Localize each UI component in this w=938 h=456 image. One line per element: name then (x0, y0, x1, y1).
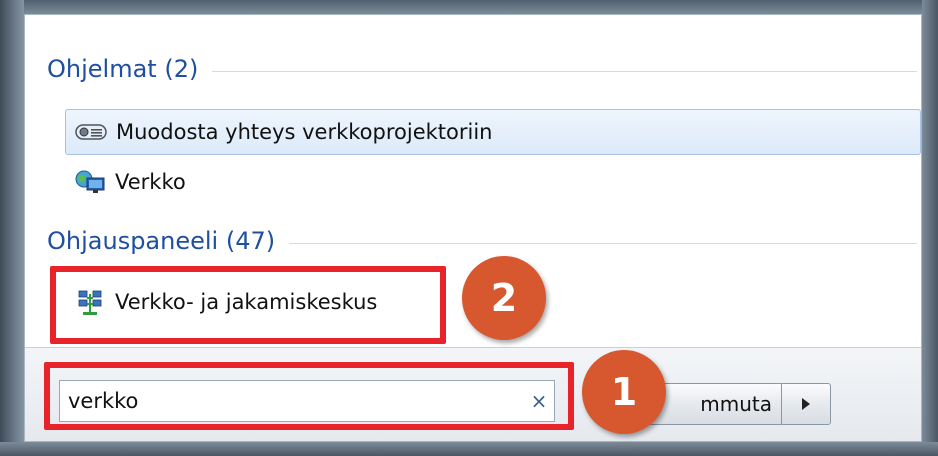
callout-highlight-sharing-center (50, 266, 446, 344)
callout-badge-step-1: 1 (582, 350, 666, 434)
window-frame-bottom (0, 442, 938, 456)
shutdown-options-button[interactable] (781, 383, 831, 425)
projector-icon (74, 119, 108, 145)
shutdown-label: mmuta (700, 392, 772, 416)
group-header-programs: Ohjelmat (2) (47, 55, 917, 83)
result-item-network-projector[interactable]: Muodosta yhteys verkkoprojektoriin (65, 109, 921, 155)
window-frame-left (0, 0, 24, 456)
chevron-right-icon (802, 398, 810, 410)
result-item-network[interactable]: Verkko (65, 159, 186, 205)
group-title-control-panel[interactable]: Ohjauspaneeli (47) (47, 227, 275, 255)
group-divider (289, 242, 917, 244)
callout-badge-step-2: 2 (462, 256, 546, 340)
network-globe-icon (73, 169, 107, 195)
group-header-control-panel: Ohjauspaneeli (47) (47, 227, 917, 255)
callout-highlight-search-box (44, 362, 574, 430)
window-frame-top (0, 0, 938, 14)
result-label: Muodosta yhteys verkkoprojektoriin (116, 120, 493, 144)
group-title-programs[interactable]: Ohjelmat (2) (47, 55, 198, 83)
group-divider (212, 70, 917, 72)
window-frame-right (922, 0, 938, 456)
result-label: Verkko (115, 170, 186, 194)
